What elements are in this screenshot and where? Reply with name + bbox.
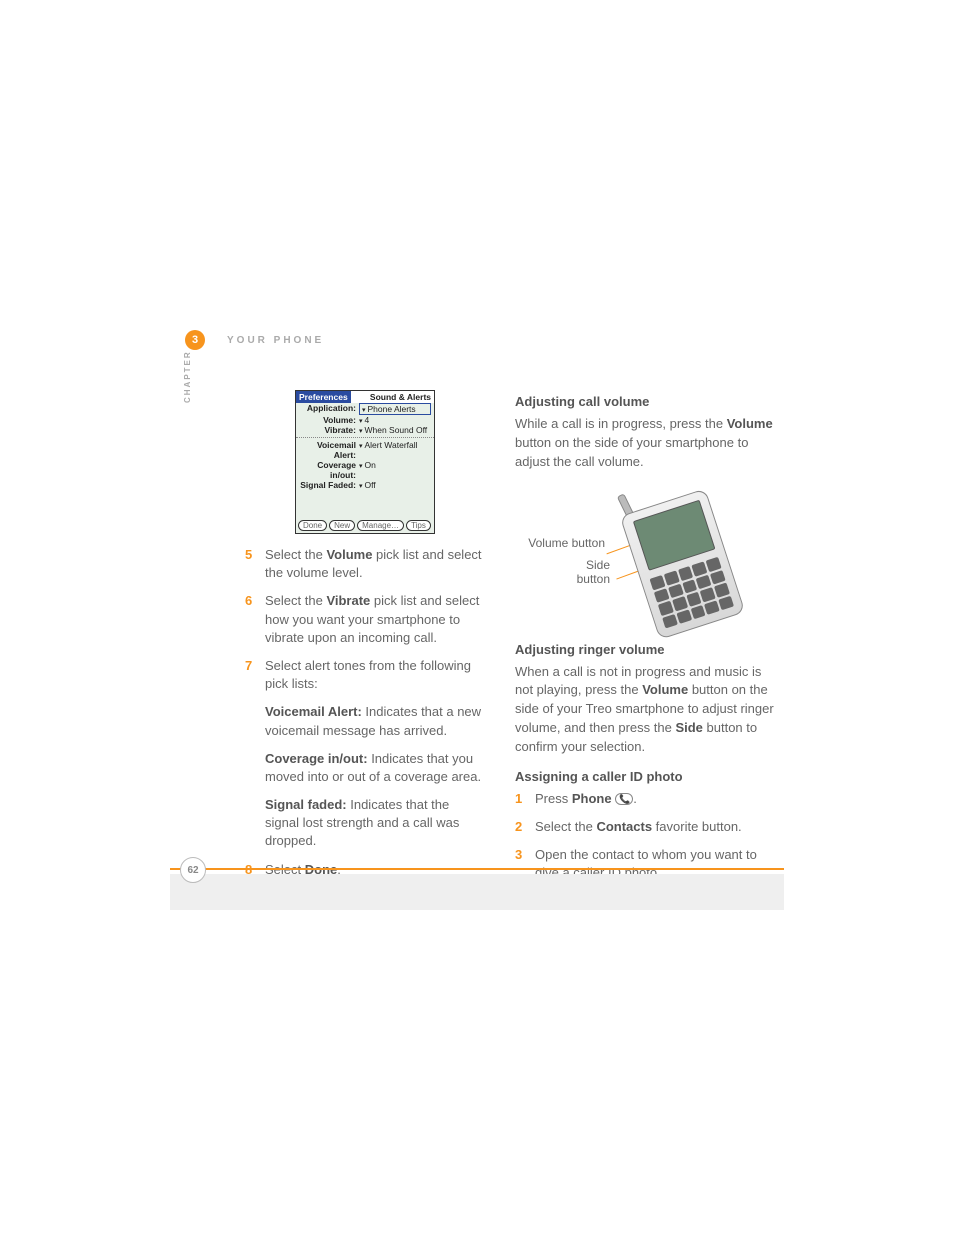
step-2: 2 Select the Contacts favorite button.: [515, 818, 775, 836]
step-6: 6 Select the Vibrate pick list and selec…: [245, 592, 485, 647]
text: Select the: [265, 547, 326, 562]
pref-divider: [296, 437, 434, 438]
pref-label: Signal Faded:: [299, 480, 359, 490]
text: Side: [586, 558, 610, 572]
page-footer: 62: [170, 868, 784, 910]
footer-bar: 62: [170, 874, 784, 910]
phone-illustration: [620, 482, 765, 640]
bold: Signal faded:: [265, 797, 347, 812]
paragraph: When a call is not in progress and music…: [515, 663, 775, 757]
phone-screen: [633, 499, 716, 570]
pref-row: Vibrate: When Sound Off: [296, 425, 434, 435]
pref-row: Coverage in/out: On: [296, 460, 434, 480]
pref-label: Coverage in/out:: [299, 460, 359, 480]
phone-keypad: [649, 556, 734, 628]
left-column: Preferences Sound & Alerts Application: …: [245, 390, 485, 893]
bold: Phone: [572, 791, 612, 806]
text: While a call is in progress, press the: [515, 416, 727, 431]
pref-val: When Sound Off: [359, 425, 431, 435]
chapter-label-vertical: CHAPTER: [183, 343, 192, 403]
text: button on the side of your smartphone to…: [515, 435, 748, 469]
pref-btn-tips: Tips: [406, 520, 431, 531]
phone-key-icon: [615, 793, 633, 805]
text: favorite button.: [652, 819, 742, 834]
heading-ringer-volume: Adjusting ringer volume: [515, 642, 775, 657]
pref-row: Volume: 4: [296, 415, 434, 425]
bold: Volume: [326, 547, 372, 562]
pref-titlebar: Preferences Sound & Alerts: [296, 391, 434, 403]
bold: Coverage in/out:: [265, 751, 368, 766]
step-text: Select the Vibrate pick list and select …: [265, 592, 485, 647]
page: 3 YOUR PHONE CHAPTER Preferences Sound &…: [0, 0, 954, 1235]
bold: Volume: [727, 416, 773, 431]
pref-btn-new: New: [329, 520, 355, 531]
heading-call-volume: Adjusting call volume: [515, 394, 775, 409]
step-1: 1 Press Phone .: [515, 790, 775, 808]
pref-val: Alert Waterfall: [359, 440, 431, 460]
right-column: Adjusting call volume While a call is in…: [515, 390, 775, 893]
pref-row: Application: Phone Alerts: [296, 403, 434, 415]
pref-btn-done: Done: [298, 520, 327, 531]
paragraph: While a call is in progress, press the V…: [515, 415, 775, 472]
sub-voicemail-alert: Voicemail Alert: Indicates that a new vo…: [265, 703, 485, 739]
pref-title-right: Sound & Alerts: [367, 391, 434, 403]
step-number: 1: [515, 790, 535, 808]
step-number: 6: [245, 592, 265, 647]
step-number: 5: [245, 546, 265, 582]
step-number: 7: [245, 657, 265, 693]
pref-label: Application:: [299, 403, 359, 415]
bold: Volume: [642, 682, 688, 697]
chapter-header: 3 YOUR PHONE: [185, 330, 324, 350]
phone-body: [620, 488, 746, 639]
heading-caller-id: Assigning a caller ID photo: [515, 769, 775, 784]
callout-side-button: Side button: [555, 558, 610, 587]
pref-val: 4: [359, 415, 431, 425]
page-number-badge: 62: [180, 857, 206, 883]
bold: Contacts: [596, 819, 652, 834]
text: Press: [535, 791, 572, 806]
pref-label: Volume:: [299, 415, 359, 425]
pref-label: Vibrate:: [299, 425, 359, 435]
text: Select the: [535, 819, 596, 834]
chapter-title: YOUR PHONE: [227, 335, 324, 346]
pref-val: Off: [359, 480, 431, 490]
step-text: Select the Contacts favorite button.: [535, 818, 775, 836]
step-7: 7 Select alert tones from the following …: [245, 657, 485, 693]
step-text: Press Phone .: [535, 790, 775, 808]
sub-signal-faded: Signal faded: Indicates that the signal …: [265, 796, 485, 851]
callout-volume-button: Volume button: [515, 536, 605, 550]
text: button: [577, 572, 610, 586]
step-text: Select the Volume pick list and select t…: [265, 546, 485, 582]
text: Select the: [265, 593, 326, 608]
pref-row: Voicemail Alert: Alert Waterfall: [296, 440, 434, 460]
pref-val: On: [359, 460, 431, 480]
bold: Voicemail Alert:: [265, 704, 362, 719]
footer-accent-line: [170, 868, 784, 870]
pref-val: Phone Alerts: [359, 403, 431, 415]
bold: Side: [675, 720, 702, 735]
phone-diagram: Volume button Side button: [515, 484, 775, 634]
pref-title-left: Preferences: [296, 391, 351, 403]
step-number: 2: [515, 818, 535, 836]
pref-label: Voicemail Alert:: [299, 440, 359, 460]
step-text: Select alert tones from the following pi…: [265, 657, 485, 693]
pref-row: Signal Faded: Off: [296, 480, 434, 490]
pref-buttons: Done New Manage… Tips: [296, 518, 434, 533]
preferences-screenshot: Preferences Sound & Alerts Application: …: [295, 390, 435, 534]
step-5: 5 Select the Volume pick list and select…: [245, 546, 485, 582]
bold: Vibrate: [326, 593, 370, 608]
pref-btn-manage: Manage…: [357, 520, 404, 531]
sub-coverage: Coverage in/out: Indicates that you move…: [265, 750, 485, 786]
content-columns: Preferences Sound & Alerts Application: …: [245, 390, 775, 893]
